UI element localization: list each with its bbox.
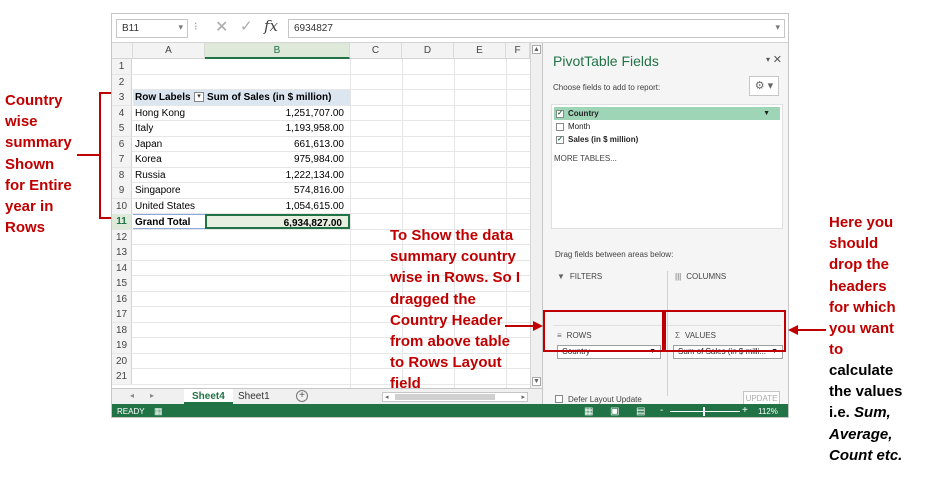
bracket-icon bbox=[99, 92, 111, 219]
arrow-right-icon bbox=[533, 321, 543, 331]
arrow-left-icon bbox=[788, 325, 798, 335]
annotation-arrows bbox=[77, 92, 826, 335]
